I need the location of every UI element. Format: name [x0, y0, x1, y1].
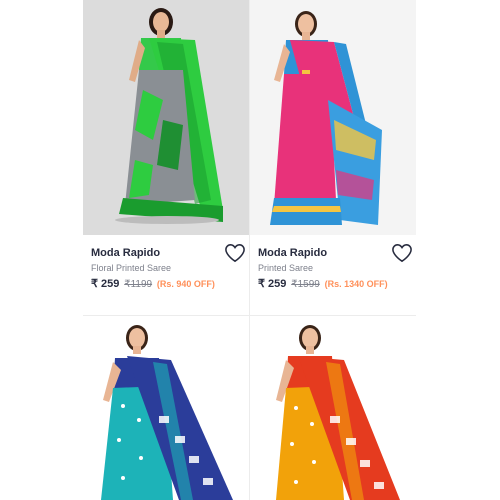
product-image[interactable]	[250, 0, 416, 235]
product-description: Printed Saree	[258, 263, 314, 273]
product-price: ₹ 259	[258, 278, 287, 290]
product-brand: Moda Rapido	[91, 247, 161, 259]
product-mrp: ₹1199	[124, 279, 153, 290]
product-image[interactable]	[250, 316, 416, 500]
product-brand: Moda Rapido	[258, 247, 328, 259]
product-mrp: ₹1599	[291, 279, 320, 290]
price-line: ₹ 259 ₹1599 (Rs. 1340 OFF)	[258, 277, 388, 290]
product-image[interactable]	[83, 316, 249, 500]
product-card[interactable]	[83, 316, 249, 500]
heart-outline-icon[interactable]	[391, 243, 413, 263]
product-grid: Moda Rapido Floral Printed Saree ₹ 259 ₹…	[83, 0, 416, 500]
product-image[interactable]	[83, 0, 249, 235]
product-card[interactable]: Moda Rapido Floral Printed Saree ₹ 259 ₹…	[83, 0, 249, 315]
heart-outline-icon[interactable]	[224, 243, 246, 263]
price-line: ₹ 259 ₹1199 (Rs. 940 OFF)	[91, 277, 215, 290]
product-discount: (Rs. 1340 OFF)	[324, 279, 388, 289]
product-description: Floral Printed Saree	[91, 263, 172, 273]
product-discount: (Rs. 940 OFF)	[156, 279, 215, 289]
product-card[interactable]: Moda Rapido Printed Saree ₹ 259 ₹1599 (R…	[250, 0, 416, 315]
product-price: ₹ 259	[91, 278, 120, 290]
product-card[interactable]	[250, 316, 416, 500]
